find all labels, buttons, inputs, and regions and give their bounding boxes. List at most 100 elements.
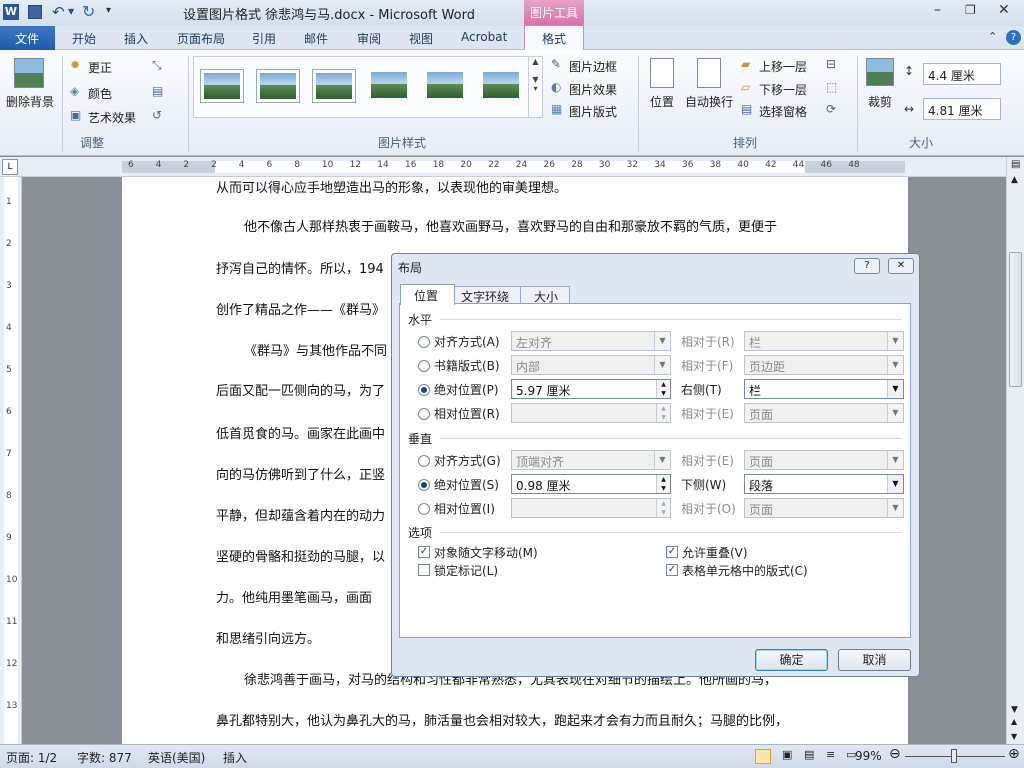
- h-relative-input[interactable]: ▲ ▼: [511, 403, 671, 423]
- scroll-down-icon[interactable]: ▼: [1011, 705, 1018, 715]
- tab-page-layout[interactable]: 页面布局: [177, 30, 225, 47]
- picture-effects-button[interactable]: 图片效果: [569, 81, 617, 98]
- v-absolute-rel-select[interactable]: 段落 ▼: [744, 474, 904, 494]
- full-screen-view-icon[interactable]: ▣: [782, 748, 792, 761]
- spinner-icon[interactable]: ▲ ▼: [656, 499, 670, 517]
- style-thumb-2[interactable]: [256, 69, 300, 103]
- ok-button[interactable]: 确定: [755, 649, 828, 671]
- corrections-button[interactable]: 更正: [88, 59, 112, 76]
- send-backward-button[interactable]: 下移一层: [759, 81, 807, 98]
- layout-in-table-cell-checkbox[interactable]: ✓: [666, 564, 678, 576]
- horizontal-ruler[interactable]: L 6 4 2 2 4 6 8 10 12 14 16 18 20 22 24 26 28 30 32 34 36 38 4…: [0, 157, 1024, 177]
- picture-layout-button[interactable]: 图片版式: [569, 103, 617, 120]
- rotate-icon[interactable]: ⟳: [826, 102, 836, 116]
- v-align-radio[interactable]: [418, 455, 430, 467]
- book-layout-rel-select[interactable]: 页边距 ▼: [744, 355, 904, 375]
- h-align-radio[interactable]: [418, 336, 430, 348]
- language[interactable]: 英语(美国): [148, 749, 205, 766]
- scroll-thumb[interactable]: [1009, 252, 1022, 387]
- customize-toolbar-icon[interactable]: ▾: [106, 5, 111, 16]
- move-with-text-checkbox[interactable]: ✓: [418, 546, 430, 558]
- restore-icon[interactable]: ❐: [965, 3, 976, 17]
- v-align-select[interactable]: 顶端对齐 ▼: [511, 450, 671, 470]
- v-absolute-input[interactable]: 0.98 厘米 ▲ ▼: [511, 474, 671, 494]
- picture-border-button[interactable]: 图片边框: [569, 58, 617, 75]
- allow-overlap-checkbox[interactable]: ✓: [666, 546, 678, 558]
- gallery-scroll[interactable]: ▲ ▼ ▾: [528, 57, 542, 117]
- bring-forward-button[interactable]: 上移一层: [759, 58, 807, 75]
- position-icon[interactable]: [650, 58, 674, 88]
- zoom-slider-thumb[interactable]: [951, 749, 957, 763]
- remove-background-button[interactable]: 删除背景: [6, 93, 54, 110]
- close-icon[interactable]: ✕: [998, 2, 1010, 18]
- v-relative-radio[interactable]: [418, 503, 430, 515]
- cancel-button[interactable]: 取消: [838, 649, 911, 671]
- style-thumb-6[interactable]: [480, 69, 524, 103]
- scroll-up-icon[interactable]: ▲: [1011, 175, 1018, 185]
- change-picture-icon[interactable]: ▤: [152, 84, 163, 98]
- wrap-text-icon[interactable]: [697, 58, 721, 88]
- h-align-select[interactable]: 左对齐 ▼: [511, 331, 671, 351]
- group-icon[interactable]: ⬚: [826, 80, 837, 94]
- reset-picture-icon[interactable]: ↺: [152, 108, 162, 122]
- undo-dropdown-icon[interactable]: ▼: [68, 7, 74, 16]
- tab-selector[interactable]: L: [2, 159, 18, 175]
- v-align-rel-select[interactable]: 页面 ▼: [744, 450, 904, 470]
- undo-icon[interactable]: ↶: [52, 3, 65, 21]
- wrap-text-button[interactable]: 自动换行: [685, 93, 733, 110]
- zoom-out-icon[interactable]: ⊖: [889, 746, 901, 762]
- position-button[interactable]: 位置: [650, 93, 674, 110]
- word-icon[interactable]: W: [3, 4, 19, 20]
- color-button[interactable]: 颜色: [88, 85, 112, 102]
- tab-review[interactable]: 审阅: [357, 30, 381, 47]
- spinner-icon[interactable]: ▲ ▼: [656, 380, 670, 398]
- help-icon[interactable]: ?: [1006, 30, 1021, 45]
- redo-icon[interactable]: ↻: [82, 2, 95, 21]
- crop-button[interactable]: 裁剪: [868, 93, 892, 110]
- outline-view-icon[interactable]: ≡: [826, 748, 835, 761]
- width-input[interactable]: 4.81 厘米: [923, 98, 1001, 120]
- vertical-scrollbar[interactable]: ▤ ▲ ▼ ▲ ▼: [1006, 157, 1024, 744]
- next-page-icon[interactable]: ▼: [1011, 732, 1017, 741]
- dialog-close-button[interactable]: ✕: [888, 258, 914, 274]
- h-absolute-rel-select[interactable]: 栏 ▼: [744, 379, 904, 399]
- align-icon[interactable]: ⊟: [826, 57, 836, 71]
- v-relative-input[interactable]: ▲ ▼: [511, 498, 671, 518]
- web-layout-view-icon[interactable]: ▤: [804, 748, 814, 761]
- collapse-ribbon-icon[interactable]: ⌃: [988, 30, 997, 43]
- tab-acrobat[interactable]: Acrobat: [461, 30, 507, 44]
- save-icon[interactable]: [28, 5, 42, 19]
- lock-anchor-checkbox[interactable]: [418, 564, 430, 576]
- minimize-icon[interactable]: –: [934, 2, 941, 18]
- h-absolute-radio[interactable]: [418, 384, 430, 396]
- compress-picture-icon[interactable]: ⤡: [152, 58, 162, 73]
- style-thumb-3[interactable]: [312, 69, 356, 103]
- selection-pane-button[interactable]: 选择窗格: [759, 103, 807, 120]
- tab-insert[interactable]: 插入: [124, 30, 148, 47]
- height-input[interactable]: 4.4 厘米: [923, 63, 1001, 85]
- style-thumb-4[interactable]: [368, 69, 412, 103]
- remove-background-icon[interactable]: [14, 58, 44, 88]
- book-layout-select[interactable]: 内部 ▼: [511, 355, 671, 375]
- h-relative-radio[interactable]: [418, 408, 430, 420]
- h-relative-rel-select[interactable]: 页面 ▼: [744, 403, 904, 423]
- h-align-rel-select[interactable]: 栏 ▼: [744, 331, 904, 351]
- spinner-icon[interactable]: ▲ ▼: [656, 404, 670, 422]
- v-relative-rel-select[interactable]: 页面 ▼: [744, 498, 904, 518]
- tab-position[interactable]: 位置: [400, 284, 455, 305]
- zoom-level[interactable]: 99%: [855, 749, 882, 763]
- tab-home[interactable]: 开始: [72, 30, 96, 47]
- tab-format[interactable]: 格式: [524, 25, 584, 51]
- dialog-help-button[interactable]: ?: [854, 258, 880, 274]
- artistic-effects-button[interactable]: 艺术效果: [88, 109, 136, 126]
- tab-references[interactable]: 引用: [252, 30, 276, 47]
- word-count[interactable]: 字数: 877: [77, 749, 132, 766]
- print-layout-view-icon[interactable]: [755, 749, 771, 764]
- v-absolute-radio[interactable]: [418, 479, 430, 491]
- crop-icon[interactable]: [866, 58, 894, 86]
- h-absolute-input[interactable]: 5.97 厘米 ▲ ▼: [511, 379, 671, 399]
- style-thumb-5[interactable]: [424, 69, 468, 103]
- tab-file[interactable]: 文件: [0, 26, 55, 50]
- ruler-toggle-icon[interactable]: ▤: [1011, 159, 1020, 170]
- tab-mailings[interactable]: 邮件: [304, 30, 328, 47]
